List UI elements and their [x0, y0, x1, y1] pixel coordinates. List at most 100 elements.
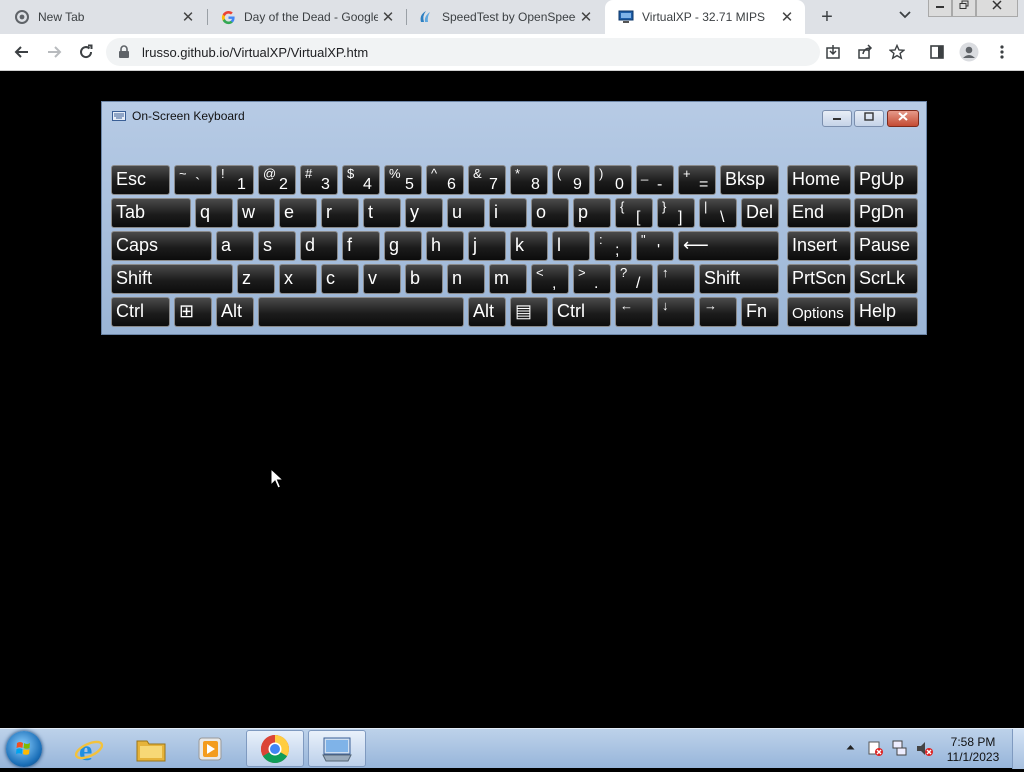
space-key[interactable]: [258, 297, 464, 327]
key-0-13[interactable]: + =: [678, 165, 716, 195]
key-0-11[interactable]: ) 0: [594, 165, 632, 195]
key-3-3[interactable]: c: [321, 264, 359, 294]
key-2-2[interactable]: s: [258, 231, 296, 261]
close-icon[interactable]: ✕: [378, 8, 398, 26]
key-0-3[interactable]: @2: [258, 165, 296, 195]
taskbar-media-player[interactable]: [182, 730, 240, 767]
key-1-9[interactable]: o: [531, 198, 569, 228]
network-icon[interactable]: [892, 740, 908, 757]
minimize-window-button[interactable]: [928, 0, 952, 17]
key-1-14[interactable]: Del: [741, 198, 779, 228]
key-0-9[interactable]: * 8: [510, 165, 548, 195]
key-1-5[interactable]: t: [363, 198, 401, 228]
key-2-12[interactable]: ⟵: [678, 231, 779, 261]
key-2-9[interactable]: l: [552, 231, 590, 261]
key-0-1[interactable]: ~ `: [174, 165, 212, 195]
key-3-10[interactable]: ? /: [615, 264, 653, 294]
key-0-15[interactable]: Home: [787, 165, 851, 195]
key-3-8[interactable]: <,: [531, 264, 569, 294]
key-1-6[interactable]: y: [405, 198, 443, 228]
install-app-icon[interactable]: [821, 40, 845, 64]
taskbar-internet-explorer[interactable]: e: [60, 730, 118, 767]
key-3-13[interactable]: PrtScn: [787, 264, 851, 294]
taskbar-clock[interactable]: 7:58 PM 11/1/2023: [942, 735, 1004, 765]
action-center-icon[interactable]: [868, 740, 884, 757]
key-1-15[interactable]: End: [787, 198, 851, 228]
close-icon[interactable]: ✕: [178, 8, 198, 26]
key-3-0[interactable]: Shift: [111, 264, 233, 294]
key-2-5[interactable]: g: [384, 231, 422, 261]
key-4-6[interactable]: Ctrl: [552, 297, 611, 327]
key-0-2[interactable]: ! 1: [216, 165, 254, 195]
key-0-14[interactable]: Bksp: [720, 165, 779, 195]
key-2-3[interactable]: d: [300, 231, 338, 261]
key-4-5[interactable]: ▤: [510, 297, 548, 327]
osk-close-button[interactable]: [887, 110, 919, 127]
close-icon[interactable]: ✕: [576, 8, 596, 26]
key-4-9[interactable]: →: [699, 297, 737, 327]
key-4-7[interactable]: ←: [615, 297, 653, 327]
new-tab-button[interactable]: +: [816, 6, 838, 28]
key-2-10[interactable]: :;: [594, 231, 632, 261]
key-4-11[interactable]: Options: [787, 297, 851, 327]
restore-window-button[interactable]: [952, 0, 976, 17]
key-4-1[interactable]: ⊞: [174, 297, 212, 327]
key-0-8[interactable]: & 7: [468, 165, 506, 195]
key-2-6[interactable]: h: [426, 231, 464, 261]
menu-kebab-icon[interactable]: [990, 40, 1014, 64]
key-2-7[interactable]: j: [468, 231, 506, 261]
taskbar-windows-explorer[interactable]: [122, 730, 180, 767]
key-1-7[interactable]: u: [447, 198, 485, 228]
osk-maximize-button[interactable]: [854, 110, 884, 127]
volume-muted-icon[interactable]: [916, 740, 934, 757]
address-bar[interactable]: lrusso.github.io/VirtualXP/VirtualXP.htm: [106, 38, 820, 66]
taskbar-google-chrome[interactable]: [246, 730, 304, 767]
start-button[interactable]: [6, 731, 42, 767]
key-2-8[interactable]: k: [510, 231, 548, 261]
key-3-5[interactable]: b: [405, 264, 443, 294]
key-1-13[interactable]: | \: [699, 198, 737, 228]
key-4-0[interactable]: Ctrl: [111, 297, 170, 327]
key-1-11[interactable]: {[: [615, 198, 653, 228]
taskbar-on-screen-keyboard[interactable]: [308, 730, 366, 767]
key-3-12[interactable]: Shift: [699, 264, 779, 294]
key-3-7[interactable]: m: [489, 264, 527, 294]
tab-search-icon[interactable]: [896, 8, 914, 26]
tab-day-of-the-dead[interactable]: Day of the Dead - Google ✕: [208, 0, 406, 34]
key-4-8[interactable]: ↓: [657, 297, 695, 327]
key-2-0[interactable]: Caps: [111, 231, 212, 261]
key-1-4[interactable]: r: [321, 198, 359, 228]
back-icon[interactable]: [10, 40, 34, 64]
key-2-13[interactable]: Insert: [787, 231, 851, 261]
key-2-1[interactable]: a: [216, 231, 254, 261]
key-0-0[interactable]: Esc: [111, 165, 170, 195]
close-icon[interactable]: ✕: [777, 8, 797, 26]
key-3-6[interactable]: n: [447, 264, 485, 294]
tab-new-tab[interactable]: New Tab ✕: [0, 0, 206, 34]
close-window-button[interactable]: [976, 0, 1018, 17]
key-0-4[interactable]: #3: [300, 165, 338, 195]
key-0-5[interactable]: $4: [342, 165, 380, 195]
tab-speedtest[interactable]: SpeedTest by OpenSpeed ✕: [406, 0, 604, 34]
key-3-4[interactable]: v: [363, 264, 401, 294]
key-4-4[interactable]: Alt: [468, 297, 506, 327]
forward-icon[interactable]: [42, 40, 66, 64]
osk-minimize-button[interactable]: [822, 110, 852, 127]
key-3-9[interactable]: >.: [573, 264, 611, 294]
key-2-4[interactable]: f: [342, 231, 380, 261]
key-1-12[interactable]: }]: [657, 198, 695, 228]
key-4-12[interactable]: Help: [854, 297, 918, 327]
key-3-2[interactable]: x: [279, 264, 317, 294]
key-2-11[interactable]: " ': [636, 231, 674, 261]
share-icon[interactable]: [853, 40, 877, 64]
key-1-1[interactable]: q: [195, 198, 233, 228]
key-2-14[interactable]: Pause: [854, 231, 918, 261]
key-4-10[interactable]: Fn: [741, 297, 779, 327]
side-panel-icon[interactable]: [925, 40, 949, 64]
key-0-12[interactable]: _ -: [636, 165, 674, 195]
key-3-14[interactable]: ScrLk: [854, 264, 918, 294]
show-hidden-icons-icon[interactable]: [846, 744, 855, 750]
key-0-6[interactable]: % 5: [384, 165, 422, 195]
key-1-8[interactable]: i: [489, 198, 527, 228]
key-3-11[interactable]: ↑: [657, 264, 695, 294]
